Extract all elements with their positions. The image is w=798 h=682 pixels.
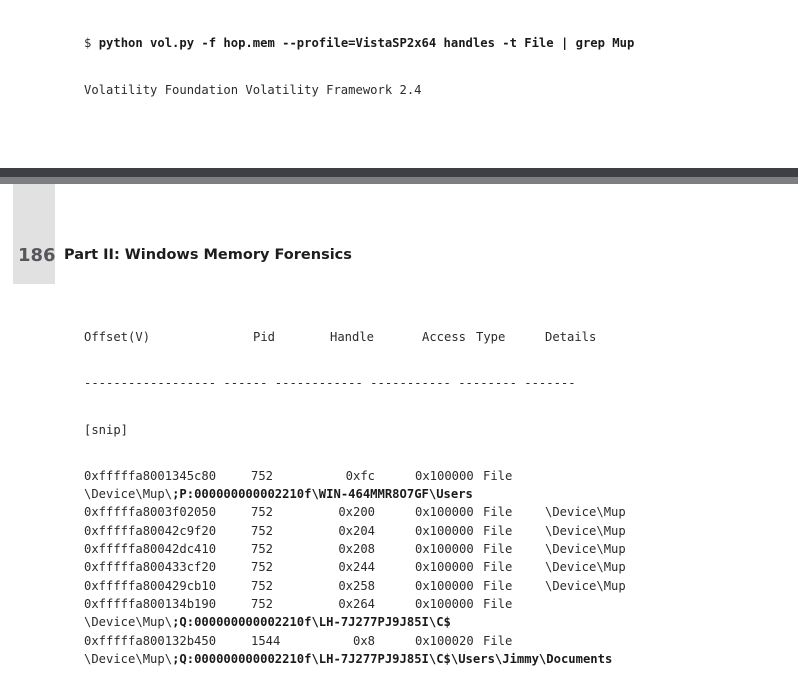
path-prefix: \Device\Mup\: [84, 651, 173, 666]
table-row: 0xfffffa8001345c80 752 0xfc 0x100000 File: [84, 467, 784, 485]
cell-offset: 0xfffffa800433cf20: [84, 560, 217, 575]
cell-handle: 0x264: [338, 596, 375, 611]
cell-type: File: [483, 560, 513, 575]
path-prefix: \Device\Mup\: [84, 487, 173, 502]
cell-access: 0x100000: [415, 560, 474, 575]
table-row: 0xfffffa8003f02050 752 0x200 0x100000 File \D…: [84, 503, 784, 521]
command-block: $ python vol.py -f hop.mem --profile=Vis…: [84, 6, 634, 113]
cell-access: 0x100000: [415, 578, 474, 593]
table-row: 0xfffffa800433cf20 752 0x244 0x100000 File \D…: [84, 558, 784, 576]
header-details: Details: [545, 330, 597, 344]
path-prefix: \Device\Mup\: [84, 615, 173, 630]
cell-offset: 0xfffffa8001345c80: [84, 468, 217, 483]
handles-table: Offset(V) Pid Handle Access Type Details…: [84, 300, 784, 682]
cell-access: 0x100000: [415, 596, 474, 611]
cell-details: \Device\Mup: [545, 523, 626, 538]
table-row: 0xfffffa800429cb10 752 0x258 0x100000 File \D…: [84, 577, 784, 595]
cell-type: File: [483, 542, 513, 557]
cell-details: \Device\Mup: [545, 560, 626, 575]
cell-offset: 0xfffffa800134b190: [84, 596, 217, 611]
command-text: python vol.py -f hop.mem --profile=Vista…: [98, 36, 635, 50]
path-detail: ;Q:000000000002210f\LH-7J277PJ9J85I\C$: [172, 615, 451, 630]
table-header-row: Offset(V) Pid Handle Access Type Details: [84, 328, 784, 346]
table-row: 0xfffffa80042dc410 752 0x208 0x100000 File \D…: [84, 540, 784, 558]
cell-access: 0x100000: [415, 523, 474, 538]
cell-type: File: [483, 505, 513, 520]
cell-access: 0x100020: [415, 633, 474, 648]
cell-details: \Device\Mup: [545, 578, 626, 593]
table-row: 0xfffffa80042c9f20 752 0x204 0x100000 File \D…: [84, 522, 784, 540]
table-row: 0xfffffa800132b450 1544 0x8 0x100020 File: [84, 632, 784, 650]
cell-handle: 0x208: [338, 542, 375, 557]
snip-marker: [snip]: [84, 422, 129, 437]
cell-pid: 752: [251, 542, 274, 557]
table-separator: ------------------ ------ ------------ -…: [84, 376, 576, 391]
cell-details: \Device\Mup: [545, 542, 626, 557]
page-number: 186: [18, 245, 56, 266]
cell-details: \Device\Mup: [545, 505, 626, 520]
part-title: Part II: Windows Memory Forensics: [64, 247, 352, 263]
cell-offset: 0xfffffa800429cb10: [84, 578, 217, 593]
cell-pid: 752: [251, 560, 274, 575]
cell-handle: 0xfc: [345, 468, 375, 483]
header-handle: Handle: [330, 330, 375, 344]
cell-handle: 0x244: [338, 560, 375, 575]
shell-prompt: $: [84, 36, 92, 50]
path-detail: ;Q:000000000002210f\LH-7J277PJ9J85I\C$\U…: [172, 651, 613, 666]
cell-pid: 752: [251, 596, 274, 611]
cell-offset: 0xfffffa80042dc410: [84, 542, 217, 557]
cell-access: 0x100000: [415, 505, 474, 520]
command-output: Volatility Foundation Volatility Framewo…: [84, 82, 422, 97]
cell-pid: 752: [251, 578, 274, 593]
table-row-path: \Device\Mup\;Q:000000000002210f\LH-7J277…: [84, 650, 784, 668]
table-row: 0xfffffa800134b190 752 0x264 0x100000 File: [84, 595, 784, 613]
page-divider-light: [0, 177, 798, 184]
cell-pid: 752: [251, 468, 274, 483]
cell-pid: 1544: [251, 633, 281, 648]
cell-access: 0x100000: [415, 468, 474, 483]
path-detail: ;P:000000000002210f\WIN-464MMR8O7GF\User…: [172, 487, 473, 502]
cell-type: File: [483, 468, 513, 483]
cell-type: File: [483, 578, 513, 593]
page-divider-dark: [0, 168, 798, 177]
cell-pid: 752: [251, 505, 274, 520]
cell-handle: 0x204: [338, 523, 375, 538]
header-type: Type: [476, 330, 506, 344]
cell-offset: 0xfffffa80042c9f20: [84, 523, 217, 538]
cell-offset: 0xfffffa8003f02050: [84, 505, 217, 520]
table-row-path: \Device\Mup\;P:000000000002210f\WIN-464M…: [84, 485, 784, 503]
page-number-tab: [13, 184, 55, 284]
header-offset: Offset(V): [84, 330, 151, 344]
table-body: 0xfffffa8001345c80 752 0xfc 0x100000 File \De…: [84, 467, 784, 668]
command-line: $ python vol.py -f hop.mem --profile=Vis…: [84, 34, 634, 53]
header-access: Access: [422, 330, 467, 344]
cell-handle: 0x8: [352, 633, 375, 648]
header-pid: Pid: [253, 330, 276, 344]
cell-type: File: [483, 596, 513, 611]
cell-type: File: [483, 633, 513, 648]
cell-type: File: [483, 523, 513, 538]
cell-offset: 0xfffffa800132b450: [84, 633, 217, 648]
cell-handle: 0x258: [338, 578, 375, 593]
cell-handle: 0x200: [338, 505, 375, 520]
cell-pid: 752: [251, 523, 274, 538]
cell-access: 0x100000: [415, 542, 474, 557]
table-row-path: \Device\Mup\;Q:000000000002210f\LH-7J277…: [84, 613, 784, 631]
